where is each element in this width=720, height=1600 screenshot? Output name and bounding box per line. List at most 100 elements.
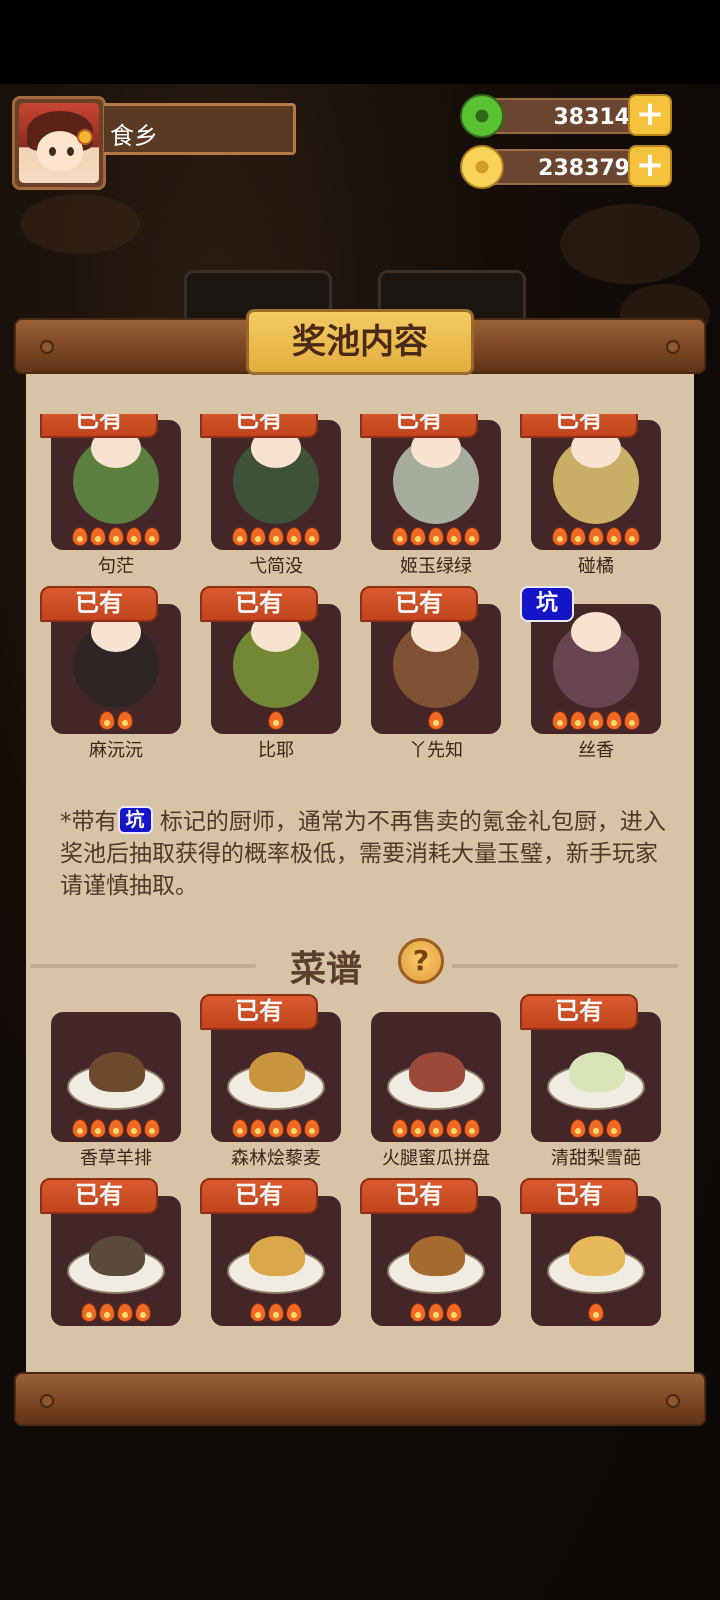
star-flame-icon [144,1119,160,1138]
star-flame-icon [624,711,640,730]
recipe-card[interactable] [531,1196,661,1326]
recipe-card[interactable] [211,1196,341,1326]
chef-card[interactable] [531,604,661,734]
star-rating [51,1303,181,1322]
keng-note: *带有坑 标记的厨师，通常为不再售卖的氪金礼包厨，进入奖池后抽取获得的概率极低，… [60,806,670,902]
jade-currency: 38314 + [460,94,672,138]
star-flame-icon [446,527,462,546]
star-flame-icon [286,1119,302,1138]
coin-currency: 238379 + [460,145,672,189]
recipe-name: 火腿蜜瓜拼盘 [382,1148,490,1169]
chef-face [571,612,621,652]
star-rating [371,527,501,546]
star-flame-icon [464,527,480,546]
star-flame-icon [268,1303,284,1322]
star-rating [371,1303,501,1322]
chef-card[interactable] [211,420,341,550]
star-flame-icon [250,1303,266,1322]
section-divider [452,964,678,968]
chef-card[interactable] [371,604,501,734]
help-icon[interactable]: ? [398,938,444,984]
star-rating [51,1119,181,1138]
star-flame-icon [268,711,284,730]
chef-card[interactable] [51,420,181,550]
panel-title-plate: 奖池内容 [246,309,474,375]
star-rating [371,711,501,730]
chef-card[interactable] [211,604,341,734]
star-flame-icon [250,527,266,546]
star-flame-icon [72,1119,88,1138]
star-flame-icon [606,527,622,546]
chef-name: 句茫 [98,556,134,577]
owned-tag: 已有 [360,1178,478,1214]
star-flame-icon [392,1119,408,1138]
dish-image [409,1052,465,1092]
recipe-card[interactable] [211,1012,341,1142]
recipe-card[interactable] [51,1196,181,1326]
owned-tag: 已有 [40,1178,158,1214]
star-rating [371,1119,501,1138]
star-flame-icon [286,1303,302,1322]
dish-image [569,1236,625,1276]
status-bar-area [0,0,720,84]
add-coin-button[interactable]: + [628,145,672,187]
dish-image [249,1236,305,1276]
chef-name: 丝香 [578,740,614,761]
jade-amount: 38314 [553,105,630,130]
note-prefix: *带有 [60,809,118,835]
star-flame-icon [304,1119,320,1138]
player-avatar[interactable] [12,96,106,190]
star-flame-icon [446,1303,462,1322]
recipe-card[interactable] [371,1196,501,1326]
chef-card[interactable] [371,420,501,550]
star-rating [51,527,181,546]
star-flame-icon [90,527,106,546]
recipe-name: 清甜梨雪葩 [551,1148,641,1169]
star-rating [211,527,341,546]
keng-inline-tag: 坑 [117,806,153,834]
star-flame-icon [268,1119,284,1138]
star-flame-icon [99,711,115,730]
star-flame-icon [428,1119,444,1138]
chef-name: 碰橘 [578,556,614,577]
star-flame-icon [99,1303,115,1322]
star-flame-icon [624,527,640,546]
star-flame-icon [81,1303,97,1322]
coin-amount: 238379 [538,156,630,181]
star-flame-icon [410,527,426,546]
star-rating [211,1303,341,1322]
star-flame-icon [250,1119,266,1138]
star-rating [211,1119,341,1138]
star-rating [51,711,181,730]
star-flame-icon [428,711,444,730]
chef-card[interactable] [531,420,661,550]
star-flame-icon [428,1303,444,1322]
recipe-card[interactable] [371,1012,501,1142]
dish-image [569,1052,625,1092]
star-flame-icon [606,711,622,730]
scroll-roller-bottom [14,1372,706,1426]
star-flame-icon [588,527,604,546]
dish-image [409,1236,465,1276]
star-flame-icon [144,527,160,546]
recipe-card[interactable] [51,1012,181,1142]
scroll-clip [26,380,694,414]
star-flame-icon [232,527,248,546]
coin-icon [460,145,504,189]
star-flame-icon [552,711,568,730]
star-rating [531,1119,661,1138]
chef-card[interactable] [51,604,181,734]
recipe-name: 香草羊排 [80,1148,152,1169]
star-flame-icon [72,527,88,546]
owned-tag: 已有 [520,1178,638,1214]
owned-tag: 已有 [520,994,638,1030]
star-rating [531,527,661,546]
star-flame-icon [588,711,604,730]
recipe-card[interactable] [531,1012,661,1142]
star-flame-icon [392,527,408,546]
star-flame-icon [570,527,586,546]
keng-tag: 坑 [520,586,574,622]
panel-title: 奖池内容 [292,322,428,362]
star-flame-icon [464,1119,480,1138]
add-jade-button[interactable]: + [628,94,672,136]
